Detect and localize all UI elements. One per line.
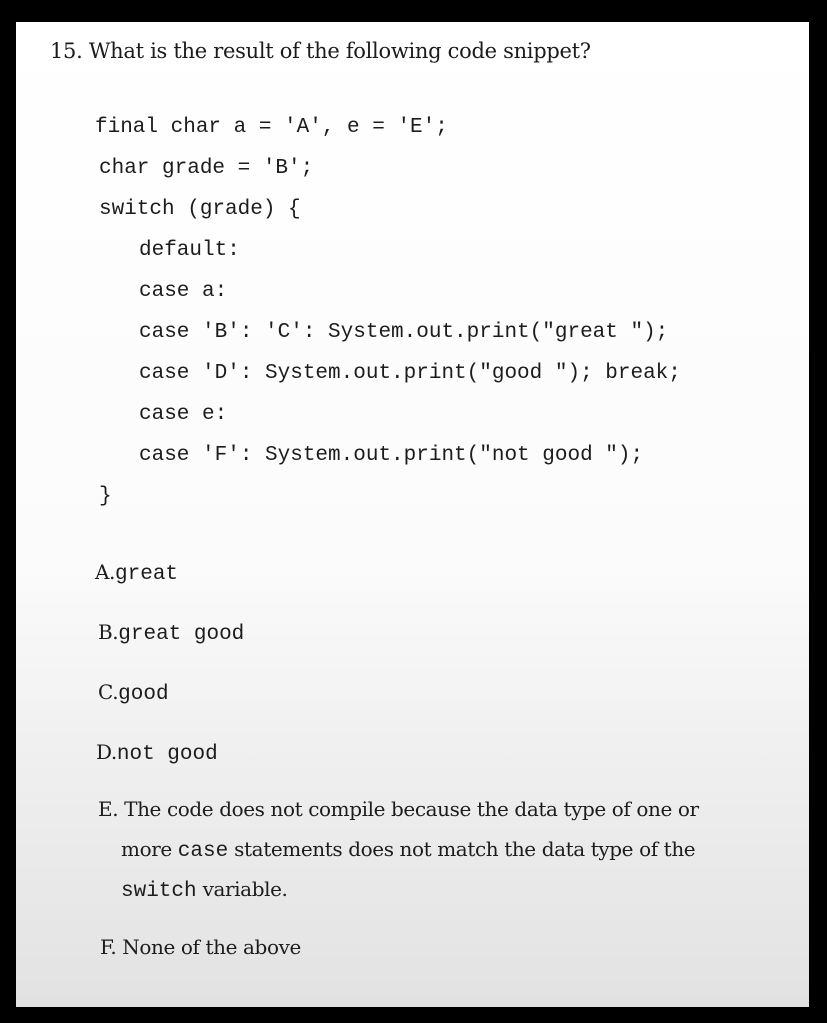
- option-letter: F.: [100, 935, 117, 959]
- question-heading: 15. What is the result of the following …: [50, 39, 591, 63]
- option-answer: good: [118, 683, 169, 706]
- option-text: more: [121, 837, 172, 861]
- option-answer: not good: [116, 743, 218, 766]
- screen-frame: 15. What is the result of the following …: [0, 0, 827, 1023]
- code-line: default:: [139, 239, 240, 262]
- option-text: None of the above: [122, 935, 301, 959]
- code-line: final char a = 'A', e = 'E';: [95, 116, 448, 139]
- option-c[interactable]: C.good: [98, 680, 169, 706]
- question-text: What is the result of the following code…: [88, 39, 591, 63]
- code-line: char grade = 'B';: [99, 157, 314, 180]
- option-e-line-1: E. The code does not compile because the…: [98, 797, 699, 821]
- code-line: }: [99, 485, 112, 508]
- option-letter: D.: [96, 740, 117, 764]
- document-page: 15. What is the result of the following …: [16, 22, 809, 1007]
- option-text: statements does not match the data type …: [234, 837, 696, 861]
- option-text: variable.: [202, 877, 288, 901]
- option-answer: great good: [118, 623, 245, 646]
- option-b[interactable]: B.great good: [98, 620, 244, 646]
- option-d[interactable]: D.not good: [96, 740, 218, 766]
- code-line: case 'D': System.out.print("good "); bre…: [139, 362, 681, 385]
- option-letter: E.: [98, 797, 119, 821]
- option-letter: B.: [98, 620, 119, 644]
- option-letter: A.: [95, 560, 116, 584]
- code-keyword: case: [177, 840, 229, 863]
- code-line: switch (grade) {: [99, 198, 301, 221]
- code-keyword: switch: [121, 880, 197, 903]
- option-answer: great: [115, 563, 179, 586]
- option-text: The code does not compile because the da…: [124, 797, 699, 821]
- option-f[interactable]: F. None of the above: [100, 935, 301, 959]
- code-line: case 'F': System.out.print("not good ");: [139, 444, 644, 467]
- option-e-line-2: more case statements does not match the …: [121, 837, 696, 863]
- code-line: case 'B': 'C': System.out.print("great "…: [139, 321, 669, 344]
- code-line: case a:: [139, 280, 228, 303]
- code-line: case e:: [139, 403, 228, 426]
- option-e-line-3: switch variable.: [121, 877, 288, 903]
- question-number: 15.: [50, 39, 83, 63]
- option-letter: C.: [98, 680, 119, 704]
- option-a[interactable]: A.great: [95, 560, 178, 586]
